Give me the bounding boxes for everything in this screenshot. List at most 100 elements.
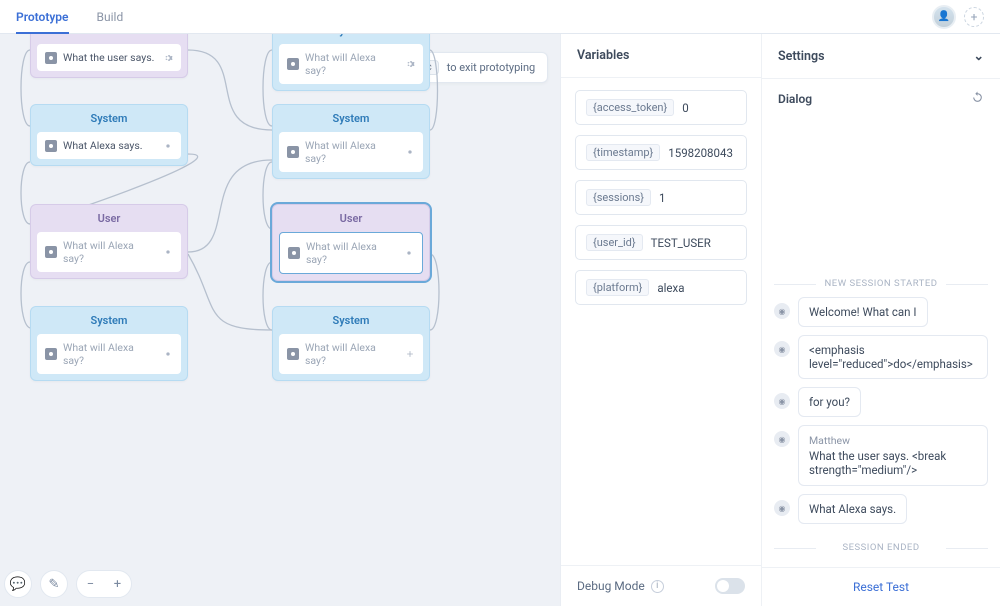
- settings-panel-header[interactable]: Settings ⌄: [762, 34, 1000, 79]
- node-text: What will Alexa say?: [306, 240, 398, 266]
- speak-icon: [287, 58, 299, 70]
- zoom-out-button[interactable]: −: [81, 577, 100, 592]
- topbar-right: 👤 +: [932, 5, 984, 29]
- message-text: What the user says. <break strength="med…: [809, 449, 946, 477]
- tab-build[interactable]: Build: [97, 0, 124, 34]
- speak-icon: [288, 247, 300, 259]
- hint-text: to exit prototyping: [447, 61, 536, 74]
- bot-icon: ◉: [774, 341, 790, 357]
- chevron-down-icon: ⌄: [974, 48, 984, 64]
- node-body[interactable]: What the user says.: [37, 44, 181, 71]
- panel-title: Dialog: [778, 92, 812, 106]
- gear-icon[interactable]: [163, 247, 173, 257]
- avatar[interactable]: 👤: [932, 5, 956, 29]
- dialog-transcript[interactable]: NEW SESSION STARTED ◉ Welcome! What can …: [762, 119, 1000, 567]
- gear-icon[interactable]: [163, 141, 173, 151]
- gear-icon[interactable]: [404, 248, 414, 258]
- speak-icon: [287, 348, 299, 360]
- flow-node-system[interactable]: System What will Alexa say?: [272, 306, 430, 381]
- gear-icon[interactable]: [405, 147, 415, 157]
- panel-title: Settings: [778, 49, 825, 64]
- node-label: User: [31, 205, 187, 232]
- bot-icon: ◉: [774, 303, 790, 319]
- message-bubble: What Alexa says.: [798, 494, 907, 524]
- variable-row[interactable]: {timestamp} 1598208043: [575, 135, 747, 170]
- node-text: What will Alexa say?: [305, 139, 399, 165]
- user-message-row: ◉ Matthew What the user says. <break str…: [774, 425, 988, 486]
- gear-icon[interactable]: [405, 59, 415, 69]
- node-label: User: [273, 205, 429, 232]
- node-text: What Alexa says.: [63, 139, 143, 152]
- variable-value: 0: [682, 101, 688, 115]
- node-body[interactable]: What will Alexa say?: [37, 232, 181, 272]
- flow-node-system[interactable]: System What will Alexa say?: [272, 104, 430, 179]
- zoom-control: − +: [76, 570, 132, 598]
- topbar: Prototype Build 👤 +: [0, 0, 1000, 34]
- flow-node-user[interactable]: User What will Alexa say?: [30, 204, 188, 279]
- speak-icon: [45, 140, 57, 152]
- node-body[interactable]: What will Alexa say?: [37, 334, 181, 374]
- bot-icon: ◉: [774, 393, 790, 409]
- bot-message-row: ◉ Welcome! What can I: [774, 297, 988, 327]
- bot-icon: ◉: [774, 500, 790, 516]
- speak-icon: [45, 348, 57, 360]
- gear-icon[interactable]: [163, 349, 173, 359]
- speaker-name: Matthew: [809, 434, 977, 447]
- panel-title: Variables: [577, 48, 629, 63]
- node-label: System: [31, 307, 187, 334]
- variable-name: {platform}: [586, 279, 649, 296]
- flow-node-system[interactable]: System What will Alexa say?: [272, 34, 430, 91]
- add-collaborator-button[interactable]: +: [964, 7, 984, 27]
- flow-node-user-selected[interactable]: User What will Alexa say?: [272, 204, 430, 281]
- variable-value: TEST_USER: [651, 236, 711, 250]
- node-text: What will Alexa say?: [305, 341, 399, 367]
- flow-node-system[interactable]: System What will Alexa say?: [30, 306, 188, 381]
- node-text: What will Alexa say?: [63, 239, 157, 265]
- flow-node-system[interactable]: System What Alexa says.: [30, 104, 188, 166]
- gear-icon[interactable]: [163, 53, 173, 63]
- node-text: What will Alexa say?: [63, 341, 157, 367]
- speak-icon: [45, 246, 57, 258]
- variable-value: alexa: [657, 281, 684, 295]
- node-label: System: [273, 307, 429, 334]
- add-icon[interactable]: [405, 349, 415, 359]
- variable-row[interactable]: {user_id} TEST_USER: [575, 225, 747, 260]
- speak-icon: [45, 52, 57, 64]
- message-bubble: <emphasis level="reduced">do</emphasis>: [798, 335, 988, 379]
- variable-row[interactable]: {access_token} 0: [575, 90, 747, 125]
- refresh-icon[interactable]: [971, 91, 984, 107]
- bot-icon: ◉: [774, 431, 790, 447]
- variable-name: {user_id}: [586, 234, 643, 251]
- variable-name: {access_token}: [586, 99, 674, 116]
- bot-message-row: ◉ <emphasis level="reduced">do</emphasis…: [774, 335, 988, 379]
- session-end-divider: SESSION ENDED: [774, 542, 988, 553]
- speak-icon: [287, 146, 299, 158]
- node-body[interactable]: What will Alexa say?: [279, 132, 423, 172]
- node-body[interactable]: What will Alexa say?: [279, 232, 423, 274]
- reset-test-button[interactable]: Reset Test: [762, 567, 1000, 606]
- debug-label: Debug Mode: [577, 579, 645, 593]
- node-body[interactable]: What will Alexa say?: [279, 44, 423, 84]
- node-text: What the user says.: [63, 51, 154, 64]
- variable-row[interactable]: {sessions} 1: [575, 180, 747, 215]
- info-icon[interactable]: i: [651, 580, 664, 593]
- session-start-divider: NEW SESSION STARTED: [774, 278, 988, 289]
- tabs: Prototype Build: [16, 0, 123, 34]
- message-bubble: for you?: [798, 387, 861, 417]
- flow-node-user[interactable]: User What the user says.: [30, 34, 188, 78]
- tab-prototype[interactable]: Prototype: [16, 0, 69, 34]
- variables-list: {access_token} 0 {timestamp} 1598208043 …: [561, 78, 761, 317]
- flow-canvas[interactable]: esc to exit prototyping User What the us…: [0, 34, 560, 606]
- variable-name: {sessions}: [586, 189, 651, 206]
- debug-bar: Debug Mode i: [561, 565, 761, 606]
- bot-message-row: ◉ What Alexa says.: [774, 494, 988, 524]
- edit-button[interactable]: ✎: [40, 570, 68, 598]
- zoom-in-button[interactable]: +: [108, 577, 127, 592]
- node-body[interactable]: What Alexa says.: [37, 132, 181, 159]
- comment-button[interactable]: 💬: [4, 570, 32, 598]
- node-body[interactable]: What will Alexa say?: [279, 334, 423, 374]
- variable-value: 1: [659, 191, 665, 205]
- variable-row[interactable]: {platform} alexa: [575, 270, 747, 305]
- variable-name: {timestamp}: [586, 144, 660, 161]
- debug-toggle[interactable]: [715, 578, 745, 594]
